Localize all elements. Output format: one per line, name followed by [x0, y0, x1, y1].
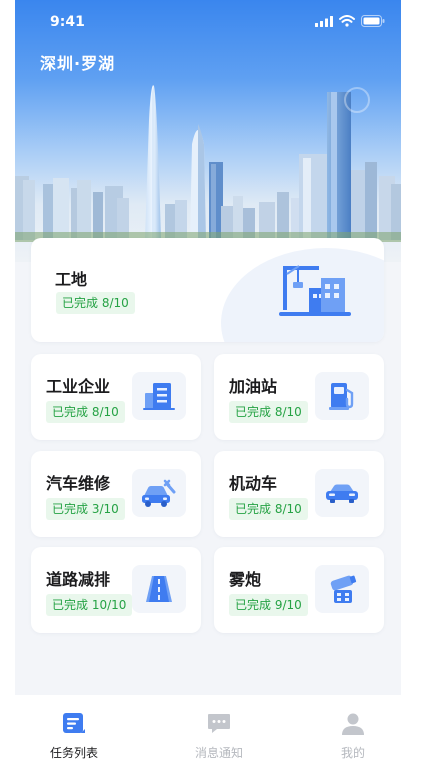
progress-badge: 已完成 8/10 — [46, 401, 125, 423]
task-card-icon-box — [315, 469, 369, 517]
task-card-icon-box — [132, 469, 186, 517]
road-icon — [146, 576, 172, 602]
city-title: 深圳·罗湖 — [40, 54, 116, 73]
task-card-construction-site[interactable]: 工地 已完成 8/10 — [31, 238, 384, 342]
tab-profile[interactable]: 我的 — [313, 713, 393, 761]
task-card-title: 工地 — [55, 270, 88, 289]
task-card-title: 加油站 — [229, 377, 278, 396]
battery-icon — [361, 15, 385, 27]
tab-label: 任务列表 — [49, 746, 98, 760]
status-bar: 9:41 — [15, 0, 401, 44]
task-card-title: 雾炮 — [229, 570, 262, 589]
message-icon — [208, 714, 230, 733]
building-icon — [143, 383, 175, 410]
tab-messages[interactable]: 消息通知 — [179, 713, 259, 761]
task-card-car-repair[interactable]: 汽车维修 已完成 3/10 — [31, 451, 201, 537]
task-card-icon-box — [132, 565, 186, 613]
progress-badge: 已完成 8/10 — [229, 498, 308, 520]
task-card-icon-box — [315, 565, 369, 613]
progress-badge: 已完成 3/10 — [46, 498, 125, 520]
progress-badge: 已完成 9/10 — [229, 594, 308, 616]
city-skyline-image — [15, 85, 401, 242]
signal-icon — [315, 15, 333, 27]
task-card-fog-cannon[interactable]: 雾炮 已完成 9/10 — [214, 547, 384, 633]
left-margin — [0, 0, 15, 768]
task-card-industrial[interactable]: 工业企业 已完成 8/10 — [31, 354, 201, 440]
tab-label: 我的 — [340, 746, 365, 760]
right-margin — [401, 0, 432, 768]
task-card-title: 道路减排 — [46, 570, 111, 589]
system-icons — [315, 15, 385, 27]
header-banner: 9:41 深圳·罗湖 — [15, 0, 401, 262]
tab-label: 消息通知 — [194, 746, 243, 760]
task-card-motor-vehicle[interactable]: 机动车 已完成 8/10 — [214, 451, 384, 537]
car-repair-icon — [142, 479, 176, 507]
task-card-title: 工业企业 — [46, 377, 111, 396]
user-icon — [342, 713, 364, 735]
task-card-icon-box — [315, 372, 369, 420]
task-card-road-emission[interactable]: 道路减排 已完成 10/10 — [31, 547, 201, 633]
task-card-title: 机动车 — [229, 474, 278, 493]
progress-badge: 已完成 8/10 — [56, 292, 135, 314]
construction-site-icon — [279, 265, 351, 316]
status-time: 9:41 — [50, 14, 85, 30]
task-card-gas-station[interactable]: 加油站 已完成 8/10 — [214, 354, 384, 440]
progress-badge: 已完成 10/10 — [46, 594, 133, 616]
task-list-icon — [63, 713, 85, 733]
car-icon — [326, 484, 358, 503]
progress-badge: 已完成 8/10 — [229, 401, 308, 423]
fog-cannon-icon — [330, 575, 357, 603]
wifi-icon — [339, 15, 355, 27]
fuel-pump-icon — [329, 383, 354, 410]
task-card-title: 汽车维修 — [46, 474, 111, 493]
app-screen: 9:41 深圳·罗湖 工地 已完成 8/10 工业企业 已完成 8/10 加油站… — [15, 0, 401, 768]
task-card-icon-box — [132, 372, 186, 420]
bottom-tab-bar: 任务列表 消息通知 我的 — [15, 695, 401, 768]
tab-task-list[interactable]: 任务列表 — [34, 713, 114, 761]
